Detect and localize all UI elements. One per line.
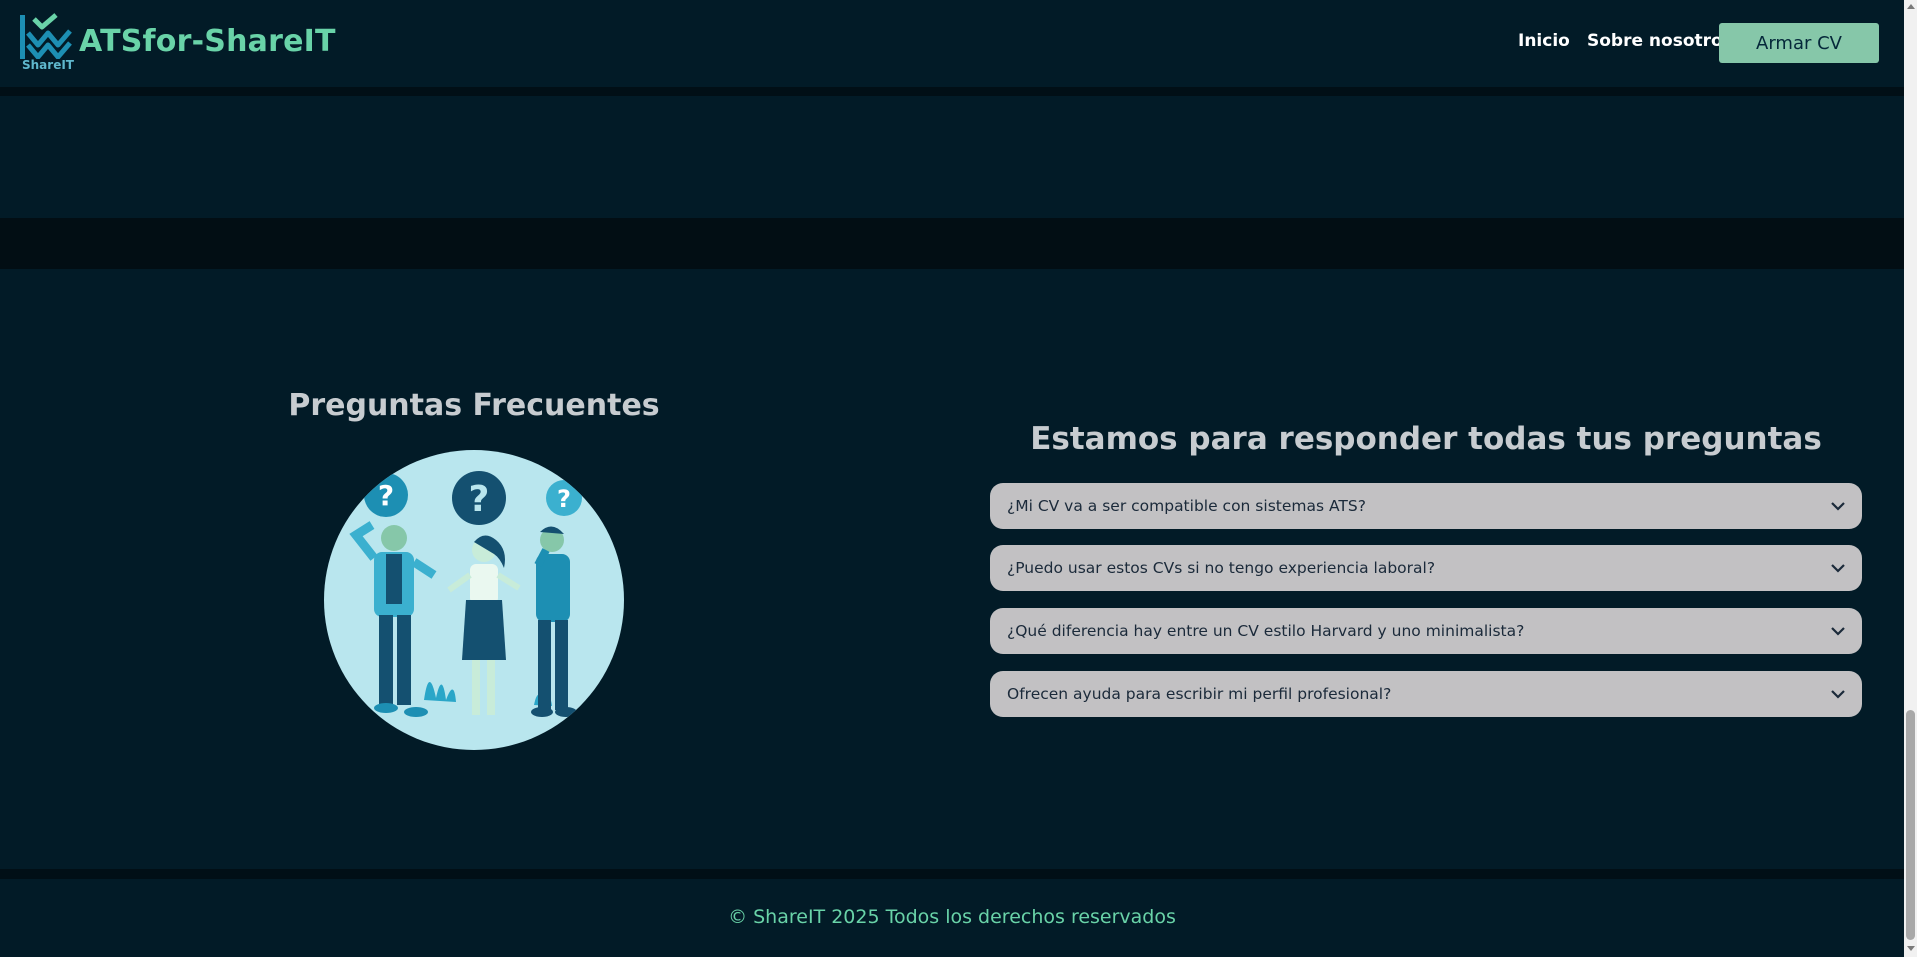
chevron-down-icon bbox=[1831, 690, 1845, 699]
nav-link-inicio[interactable]: Inicio bbox=[1518, 31, 1570, 51]
scroll-up-icon[interactable] bbox=[1907, 4, 1915, 9]
chevron-down-icon bbox=[1831, 502, 1845, 511]
site-header: ShareIT ATSfor-ShareIT Inicio Sobre noso… bbox=[0, 0, 1904, 96]
svg-text:?: ? bbox=[378, 479, 394, 512]
faq-question: ¿Puedo usar estos CVs si no tengo experi… bbox=[1007, 559, 1436, 577]
scrollbar-thumb[interactable] bbox=[1906, 710, 1915, 940]
faq-item[interactable]: ¿Mi CV va a ser compatible con sistemas … bbox=[990, 483, 1862, 529]
svg-text:?: ? bbox=[469, 479, 490, 520]
faq-subtitle: Estamos para responder todas tus pregunt… bbox=[1030, 421, 1822, 457]
faq-question: Ofrecen ayuda para escribir mi perfil pr… bbox=[1007, 685, 1392, 703]
page-scrollbar[interactable] bbox=[1904, 0, 1917, 957]
footer-divider bbox=[0, 869, 1904, 879]
footer-copyright: © ShareIT 2025 Todos los derechos reserv… bbox=[728, 906, 1176, 928]
faq-item[interactable]: ¿Puedo usar estos CVs si no tengo experi… bbox=[990, 545, 1862, 591]
logo-icon[interactable] bbox=[20, 13, 74, 59]
site-footer: © ShareIT 2025 Todos los derechos reserv… bbox=[0, 879, 1904, 957]
empty-section bbox=[0, 96, 1904, 218]
nav-link-sobre-nosotros[interactable]: Sobre nosotros bbox=[1587, 31, 1733, 51]
chevron-down-icon bbox=[1831, 627, 1845, 636]
scroll-down-icon[interactable] bbox=[1907, 946, 1915, 951]
faq-question: ¿Mi CV va a ser compatible con sistemas … bbox=[1007, 497, 1366, 515]
brand-name[interactable]: ATSfor-ShareIT bbox=[79, 24, 336, 59]
faq-item[interactable]: Ofrecen ayuda para escribir mi perfil pr… bbox=[990, 671, 1862, 717]
chevron-down-icon bbox=[1831, 564, 1845, 573]
faq-question: ¿Qué diferencia hay entre un CV estilo H… bbox=[1007, 622, 1525, 640]
svg-text:?: ? bbox=[557, 485, 571, 513]
faq-title: Preguntas Frecuentes bbox=[288, 388, 660, 423]
armar-cv-button[interactable]: Armar CV bbox=[1719, 23, 1879, 63]
section-divider bbox=[0, 218, 1904, 269]
logo-subtext: ShareIT bbox=[22, 58, 74, 72]
faq-illustration: ? ? ? bbox=[324, 450, 624, 750]
faq-item[interactable]: ¿Qué diferencia hay entre un CV estilo H… bbox=[990, 608, 1862, 654]
